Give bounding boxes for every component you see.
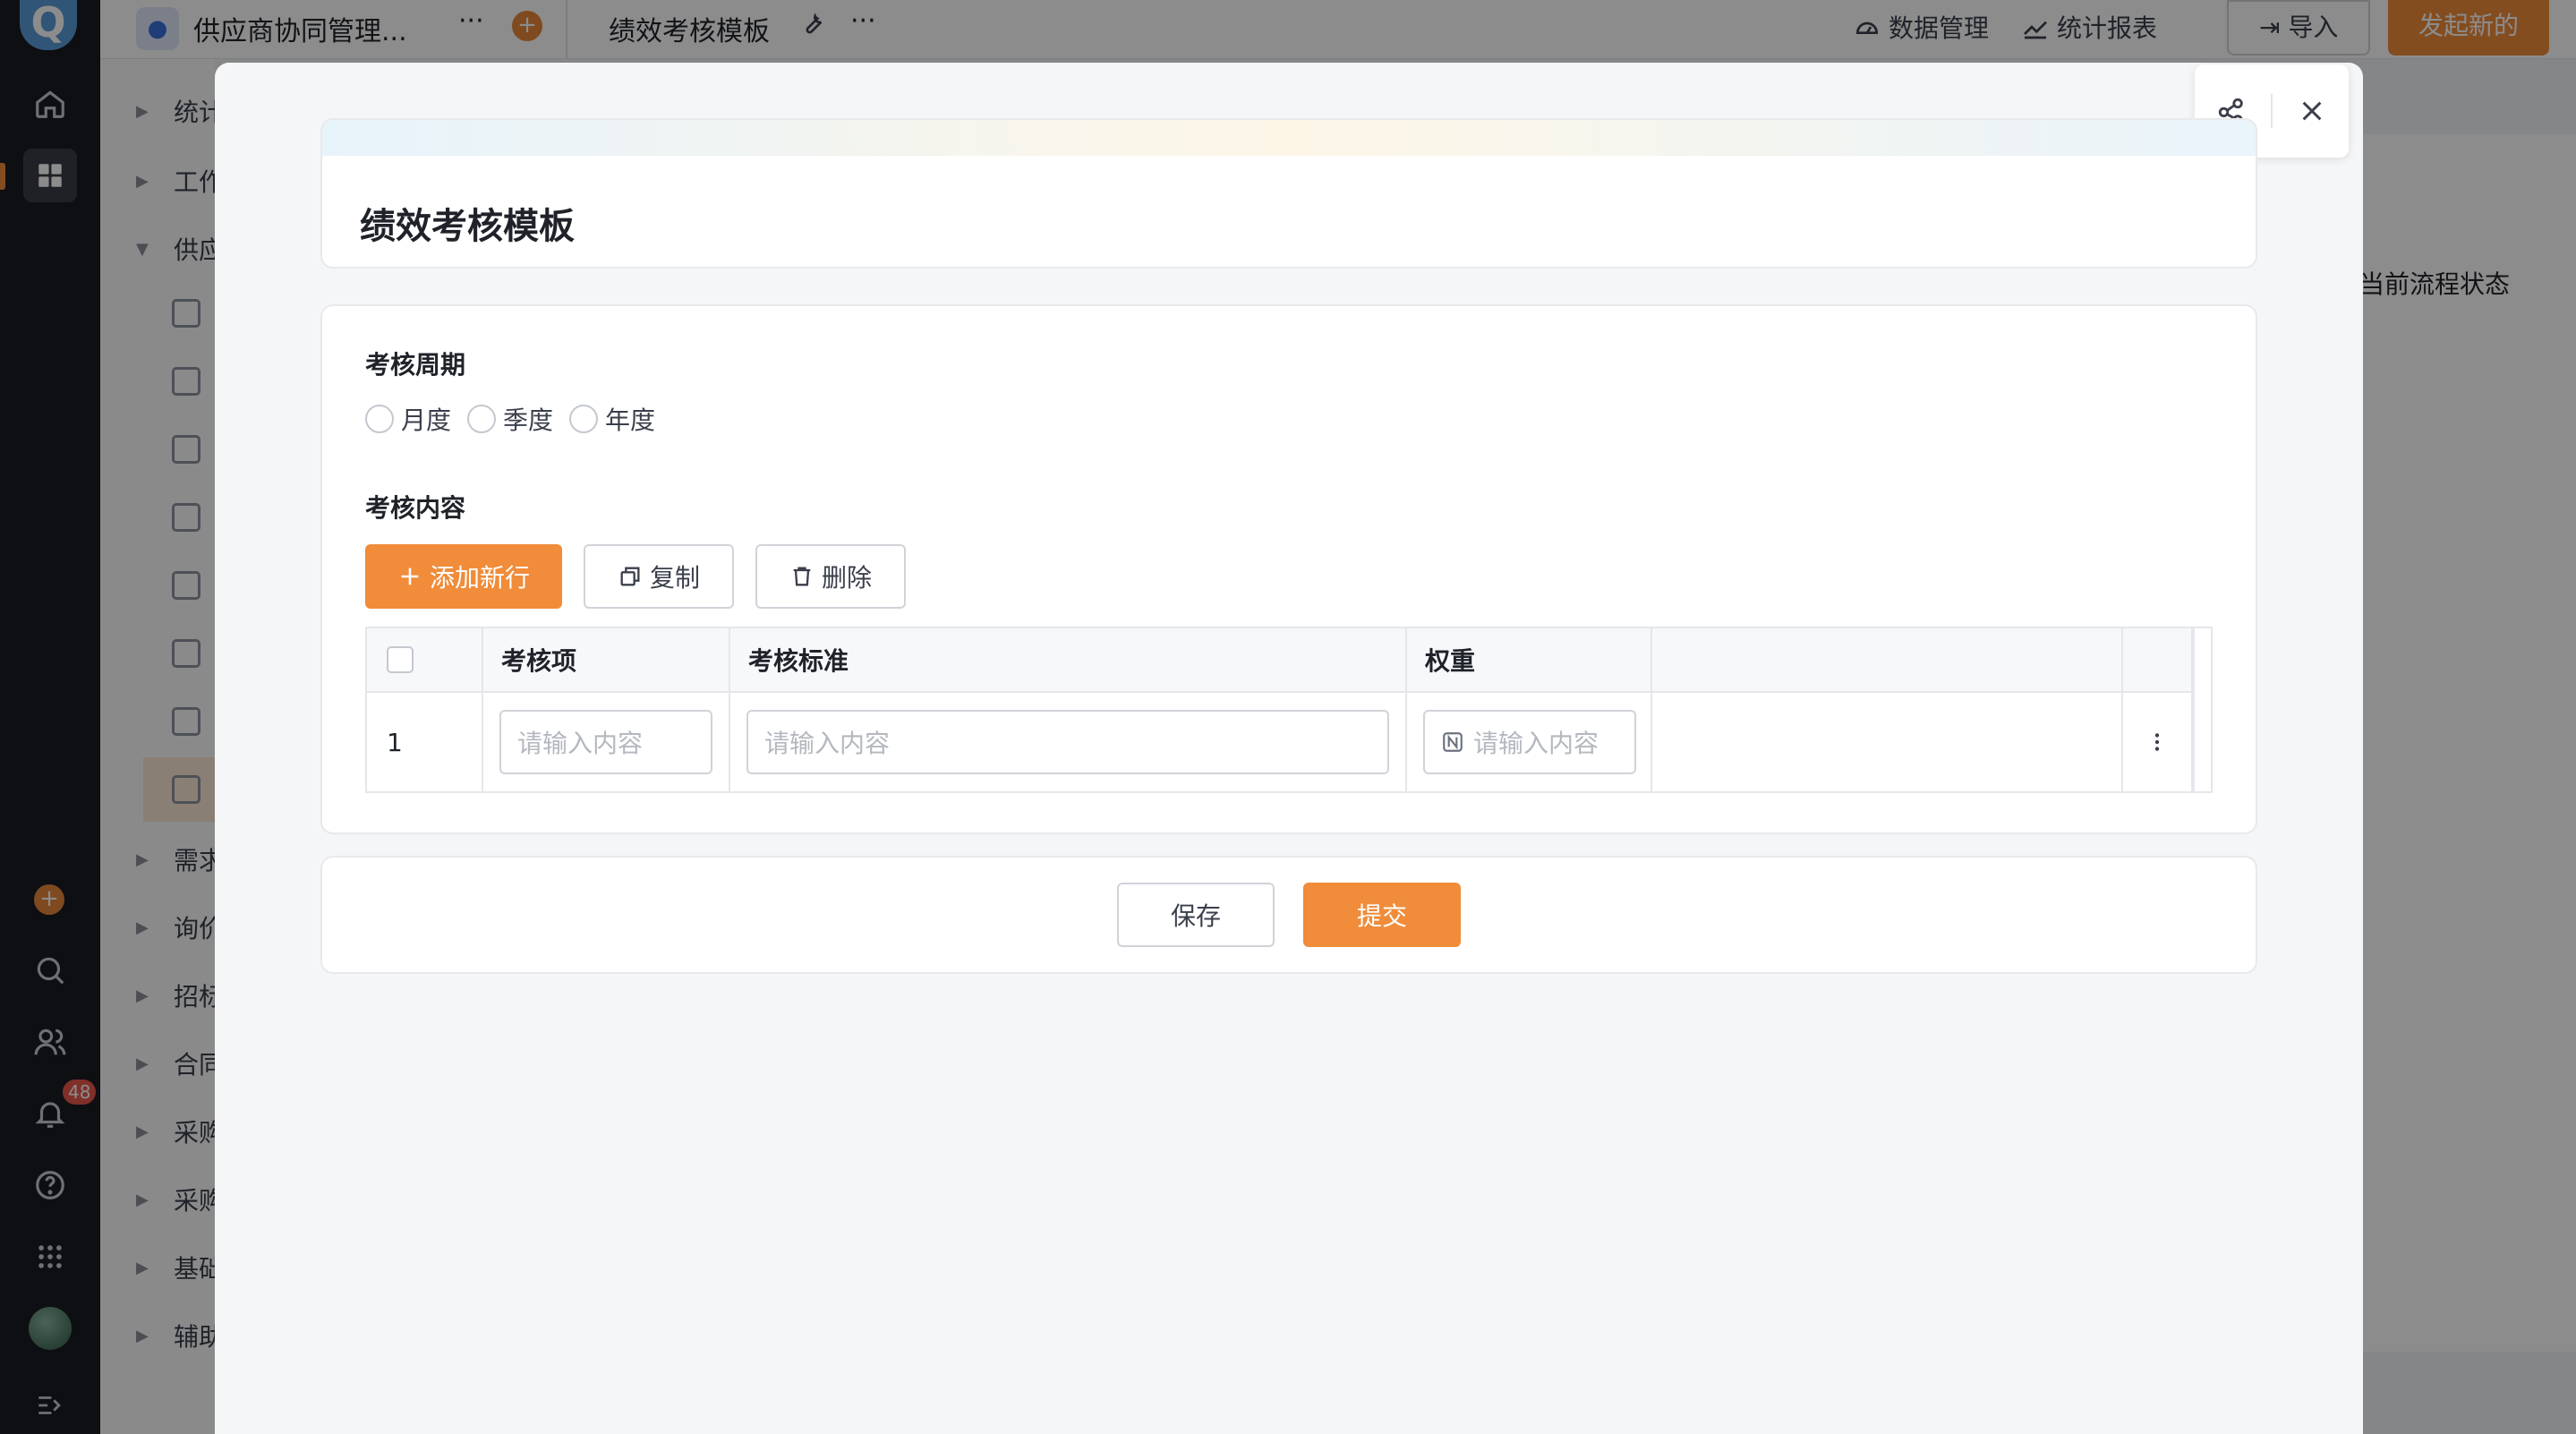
form-body-card: 考核周期 月度 季度 年度 考核内容 添加新行 复制 删除 考核项 考核标准 权… (320, 304, 2257, 834)
table-toolbar: 添加新行 复制 删除 (365, 544, 907, 609)
empty-cell (1652, 693, 2123, 791)
column-header-item: 考核项 (483, 628, 730, 691)
item-input[interactable]: 请输入内容 (499, 710, 712, 774)
radio-circle[interactable] (365, 405, 394, 433)
save-button[interactable]: 保存 (1117, 883, 1275, 947)
radio-monthly[interactable]: 月度 (365, 401, 451, 437)
radio-circle[interactable] (467, 405, 497, 433)
header-gradient (322, 120, 2256, 156)
period-label: 考核周期 (365, 350, 466, 380)
add-row-button[interactable]: 添加新行 (365, 544, 563, 609)
form-header-card: 绩效考核模板 (320, 118, 2257, 269)
standard-input[interactable]: 请输入内容 (746, 710, 1389, 774)
action-row: 保存 提交 (322, 858, 2256, 972)
row-more-icon[interactable] (2123, 693, 2193, 791)
form-modal: 绩效考核模板 考核周期 月度 季度 年度 考核内容 添加新行 复制 删除 考核项… (215, 63, 2363, 1434)
table-header: 考核项 考核标准 权重 (367, 628, 2193, 693)
copy-button[interactable]: 复制 (584, 544, 735, 609)
table-scrollbar[interactable] (2193, 628, 2211, 791)
table-row: 1 请输入内容 请输入内容 请输入内容 (367, 693, 2193, 791)
number-icon (1443, 732, 1463, 752)
radio-circle[interactable] (569, 405, 599, 433)
divider (2271, 94, 2273, 128)
trash-icon (793, 567, 811, 586)
column-header-empty (1652, 628, 2123, 691)
copy-icon (620, 567, 640, 586)
radio-quarterly[interactable]: 季度 (467, 401, 553, 437)
close-icon[interactable] (2289, 88, 2335, 134)
weight-input[interactable]: 请输入内容 (1423, 710, 1636, 774)
select-all-checkbox[interactable] (387, 646, 414, 673)
column-header-actions (2123, 628, 2193, 691)
submit-button[interactable]: 提交 (1303, 883, 1461, 947)
item-cell: 请输入内容 (483, 693, 730, 791)
form-title: 绩效考核模板 (360, 206, 575, 247)
column-header-weight: 权重 (1407, 628, 1652, 691)
weight-cell: 请输入内容 (1407, 693, 1652, 791)
radio-yearly[interactable]: 年度 (569, 401, 655, 437)
form-actions-card: 保存 提交 (320, 856, 2257, 974)
standard-cell: 请输入内容 (730, 693, 1407, 791)
column-header-standard: 考核标准 (730, 628, 1407, 691)
header-select-cell (367, 628, 483, 691)
delete-button[interactable]: 删除 (755, 544, 907, 609)
row-index-cell: 1 (367, 693, 483, 791)
assessment-table: 考核项 考核标准 权重 1 请输入内容 请输入内容 请输入内容 (365, 627, 2213, 793)
period-radio-group: 月度 季度 年度 (365, 401, 655, 437)
plus-icon (401, 568, 419, 585)
content-label: 考核内容 (365, 493, 466, 523)
